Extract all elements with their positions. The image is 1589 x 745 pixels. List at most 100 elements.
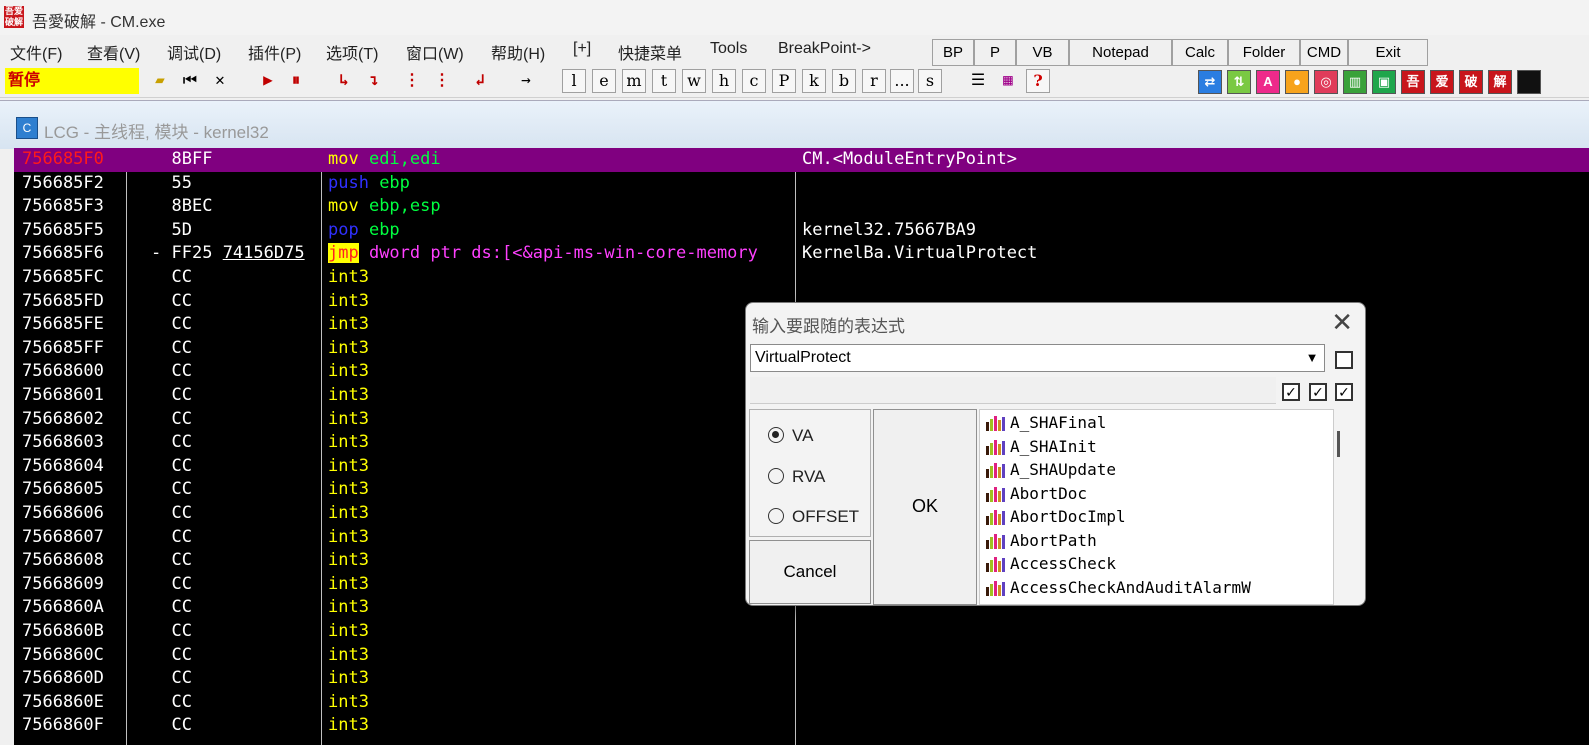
tool-breakpoints[interactable]: b [832,69,856,93]
api-list-item[interactable]: A_SHAInit [986,435,1097,459]
api-list-item[interactable]: A_SHAUpdate [986,458,1116,482]
ok-button[interactable]: OK [873,409,977,605]
tool-patches[interactable]: P [772,69,796,93]
api-list-item[interactable]: AccessCheckAndAuditAlarmW [986,576,1251,600]
logo-jie-icon[interactable]: 解 [1488,70,1512,94]
menu-shortcuts[interactable]: 快捷菜单 [618,40,682,64]
api-list-item[interactable]: AccessCheckByType [986,599,1174,604]
expression-input[interactable] [751,345,1307,371]
font-icon[interactable]: A [1256,70,1280,94]
menu-plugins[interactable]: 插件(P) [248,40,301,64]
api-list-item[interactable]: AccessCheck [986,552,1116,576]
logo-wu-icon[interactable]: 吾 [1401,70,1425,94]
notepad-button[interactable]: Notepad [1069,39,1172,66]
p-button[interactable]: P [974,39,1016,66]
address: 7566860C [22,644,104,665]
menu-file[interactable]: 文件(F) [10,40,62,64]
disasm-row[interactable]: 756685F2 55 push ebp [14,172,1589,196]
disasm-row[interactable]: 7566860C CC int3 [14,644,1589,668]
list-scrollbar[interactable] [1337,431,1340,457]
disasm-row[interactable]: 756685FC CC int3 [14,266,1589,290]
step-into-icon[interactable]: ↳ [332,69,356,93]
menu-window[interactable]: 窗口(W) [406,40,464,64]
record-icon[interactable]: ● [1285,70,1309,94]
radio-offset[interactable]: OFFSET [768,507,859,527]
disasm-row[interactable]: 756685F5 5D pop ebp kernel32.75667BA9 [14,219,1589,243]
disasm-row[interactable]: 7566860E CC int3 [14,691,1589,715]
trace-over-icon[interactable]: ⋮ [430,69,454,93]
api-suggestion-list[interactable]: A_SHAFinal A_SHAInit A_SHAUpdate AbortDoc Ab… [979,409,1334,605]
disasm-row[interactable]: 756685F3 8BEC mov ebp,esp [14,195,1589,219]
menu-options[interactable]: 选项(T) [326,40,378,64]
menu-help[interactable]: 帮助(H) [491,40,545,64]
refresh-icon[interactable]: ⇄ [1198,70,1222,94]
api-list-item[interactable]: AbortPath [986,529,1097,553]
close-icon[interactable]: ✕ [208,69,232,93]
radio-va[interactable]: VA [768,426,813,446]
address: 7566860B [22,621,104,641]
option-checkbox[interactable]: ✓ [1309,383,1327,401]
rewind-icon[interactable]: ⏮ [178,69,202,93]
logo-ai-icon[interactable]: 爱 [1430,70,1454,94]
disasm-row[interactable]: 7566860F CC int3 [14,714,1589,738]
option-checkbox[interactable]: ✓ [1282,383,1300,401]
operands: edi,edi [358,149,441,169]
menu-breakpoint[interactable]: BreakPoint-> [778,40,871,58]
open-folder-icon[interactable]: ▰ [148,69,172,93]
tool-executables[interactable]: e [592,69,616,93]
exit-button[interactable]: Exit [1348,39,1428,66]
run-icon[interactable]: ▶ [256,69,280,93]
logo-po-icon[interactable]: 破 [1459,70,1483,94]
disasm-row[interactable]: 756685F6 - FF25 74156D75 jmp dword ptr ds:… [14,242,1589,266]
tool-references[interactable]: r [862,69,886,93]
debug-toolbar: 暂停 ▰ ⏮ ✕ ▶ ⏸ ↳ ↴ ⋮ ⋮ ↲ → l e m t w h c P… [0,66,1589,98]
close-icon[interactable]: ✕ [1331,307,1353,337]
expression-combobox[interactable]: ▼ [750,344,1325,372]
chevron-down-icon[interactable]: ▼ [1300,345,1324,371]
radio-rva[interactable]: RVA [768,467,825,487]
sort-icon[interactable]: ⇅ [1227,70,1251,94]
tool-windows[interactable]: w [682,69,706,93]
tool-source[interactable]: s [918,69,942,93]
go-to-icon[interactable]: → [514,69,538,93]
menu-view[interactable]: 查看(V) [87,40,140,64]
disasm-row[interactable]: 7566860B CC int3 [14,620,1589,644]
api-list-item[interactable]: AbortDocImpl [986,505,1126,529]
bp-button[interactable]: BP [932,39,974,66]
api-list-item[interactable]: AbortDoc [986,482,1087,506]
disasm-row[interactable]: 7566860D CC int3 [14,667,1589,691]
list-icon[interactable]: ☰ [966,69,990,93]
instruction: int3 [328,502,794,526]
calc-button[interactable]: Calc [1172,39,1228,66]
black-square-icon[interactable] [1517,70,1541,94]
tool-log[interactable]: l [562,69,586,93]
menu-tools[interactable]: Tools [710,40,747,58]
option-checkbox[interactable]: ✓ [1335,383,1353,401]
help-icon[interactable]: ? [1026,69,1050,93]
folder-button[interactable]: Folder [1228,39,1300,66]
trace-into-icon[interactable]: ⋮ [400,69,424,93]
option-checkbox[interactable] [1335,351,1353,369]
execute-till-return-icon[interactable]: ↲ [468,69,492,93]
tool-threads[interactable]: t [652,69,676,93]
tool-handles[interactable]: h [712,69,736,93]
disasm-row[interactable]: 756685F0 8BFF mov edi,edi CM.<ModuleEntryP… [14,148,1589,172]
api-list-item[interactable]: A_SHAFinal [986,411,1106,435]
tool-call-stack[interactable]: k [802,69,826,93]
chip-icon[interactable]: ▥ [1343,70,1367,94]
grid-icon[interactable]: ▦ [996,69,1020,93]
window-icon[interactable]: ▣ [1372,70,1396,94]
target-icon[interactable]: ◎ [1314,70,1338,94]
cmd-button[interactable]: CMD [1300,39,1348,66]
tool-run-trace[interactable]: ... [890,69,914,93]
menu-debug[interactable]: 调试(D) [167,40,221,64]
step-over-icon[interactable]: ↴ [362,69,386,93]
cancel-button[interactable]: Cancel [749,540,871,604]
menu-plus[interactable]: [+] [573,40,591,58]
expression-result [750,377,1276,404]
vb-button[interactable]: VB [1016,39,1069,66]
pause-icon[interactable]: ⏸ [284,69,308,93]
tool-cpu[interactable]: c [742,69,766,93]
tool-memory[interactable]: m [622,69,646,93]
address: 75668607 [22,526,104,547]
